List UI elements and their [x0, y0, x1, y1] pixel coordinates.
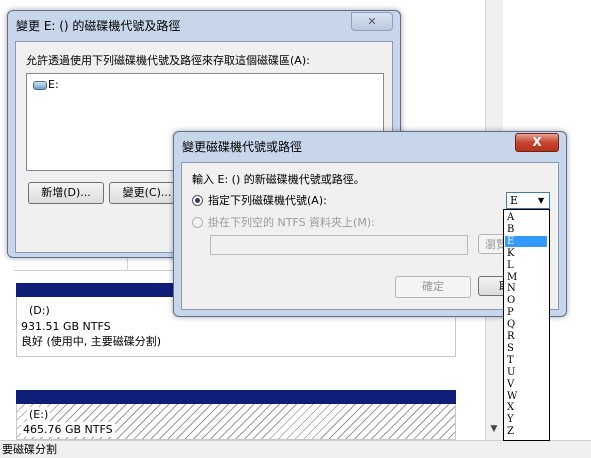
dropdown-option[interactable]: U [505, 367, 547, 378]
dropdown-option[interactable]: P [505, 307, 547, 318]
mount-folder-radio[interactable] [192, 217, 203, 228]
dropdown-option[interactable]: K [505, 248, 547, 259]
status-text: 要磁碟分割 [2, 443, 57, 456]
dropdown-option[interactable]: W [505, 391, 547, 402]
drive-icon [33, 81, 47, 90]
add-button[interactable]: 新增(D)... [28, 182, 104, 204]
dropdown-option[interactable]: N [505, 283, 547, 294]
ok-button[interactable]: 確定 [395, 276, 471, 298]
dropdown-option[interactable]: S [505, 343, 547, 354]
volume-size: 465.76 GB NTFS [21, 422, 115, 437]
drive-letter-dropdown-list[interactable]: ABEKLMNOPQRSTUVWXYZ [503, 209, 550, 441]
dropdown-option[interactable]: R [505, 331, 547, 342]
dialog-description: 允許透過使用下列磁碟機代號及路徑來存取這個磁碟區(A): [26, 54, 310, 67]
dropdown-option[interactable]: B [505, 224, 547, 235]
volume-size: 931.51 GB NTFS [21, 320, 111, 333]
dropdown-option[interactable]: T [505, 355, 547, 366]
volume-status: 良好 (使用中, 主要磁碟分割) [21, 335, 162, 348]
disk-partition-e[interactable]: (E:) 465.76 GB NTFS [16, 404, 456, 440]
dropdown-option[interactable]: X [505, 402, 547, 413]
dropdown-option[interactable]: Y [505, 414, 547, 425]
drive-letter-select[interactable]: E ▼ [506, 192, 550, 209]
assign-letter-radio[interactable] [192, 195, 203, 206]
mount-folder-label[interactable]: 掛在下列空的 NTFS 資料夾上(M): [208, 216, 375, 230]
close-button[interactable]: ✕ [351, 12, 393, 31]
list-item-label: E: [48, 78, 59, 91]
dropdown-option[interactable]: E [505, 235, 547, 247]
dialog-prompt: 輸入 E: () 的新磁碟機代號或路徑。 [192, 173, 365, 186]
dropdown-option[interactable]: Q [505, 319, 547, 330]
assign-letter-label[interactable]: 指定下列磁碟機代號(A): [208, 194, 327, 208]
volume-label: (D:) [29, 304, 50, 317]
selected-letter: E [510, 194, 519, 207]
disk-partition-bar [16, 390, 456, 404]
dropdown-option[interactable]: O [505, 295, 547, 306]
scroll-down-icon[interactable]: ▼ [488, 424, 500, 436]
chevron-down-icon: ▼ [538, 196, 545, 205]
status-bar: 要磁碟分割 [0, 440, 591, 458]
dialog-title: 變更磁碟機代號或路徑 [182, 140, 303, 154]
volume-label: (E:) [27, 407, 51, 422]
dialog-title: 變更 E: () 的磁碟機代號及路徑 [16, 19, 181, 33]
dropdown-option[interactable]: L [505, 260, 547, 271]
dropdown-option[interactable]: M [505, 272, 547, 283]
dropdown-option[interactable]: A [505, 212, 547, 223]
close-button[interactable]: X [515, 133, 559, 152]
dropdown-option[interactable]: V [505, 379, 547, 390]
dropdown-option[interactable]: Z [505, 426, 547, 437]
folder-path-input[interactable] [210, 235, 468, 255]
